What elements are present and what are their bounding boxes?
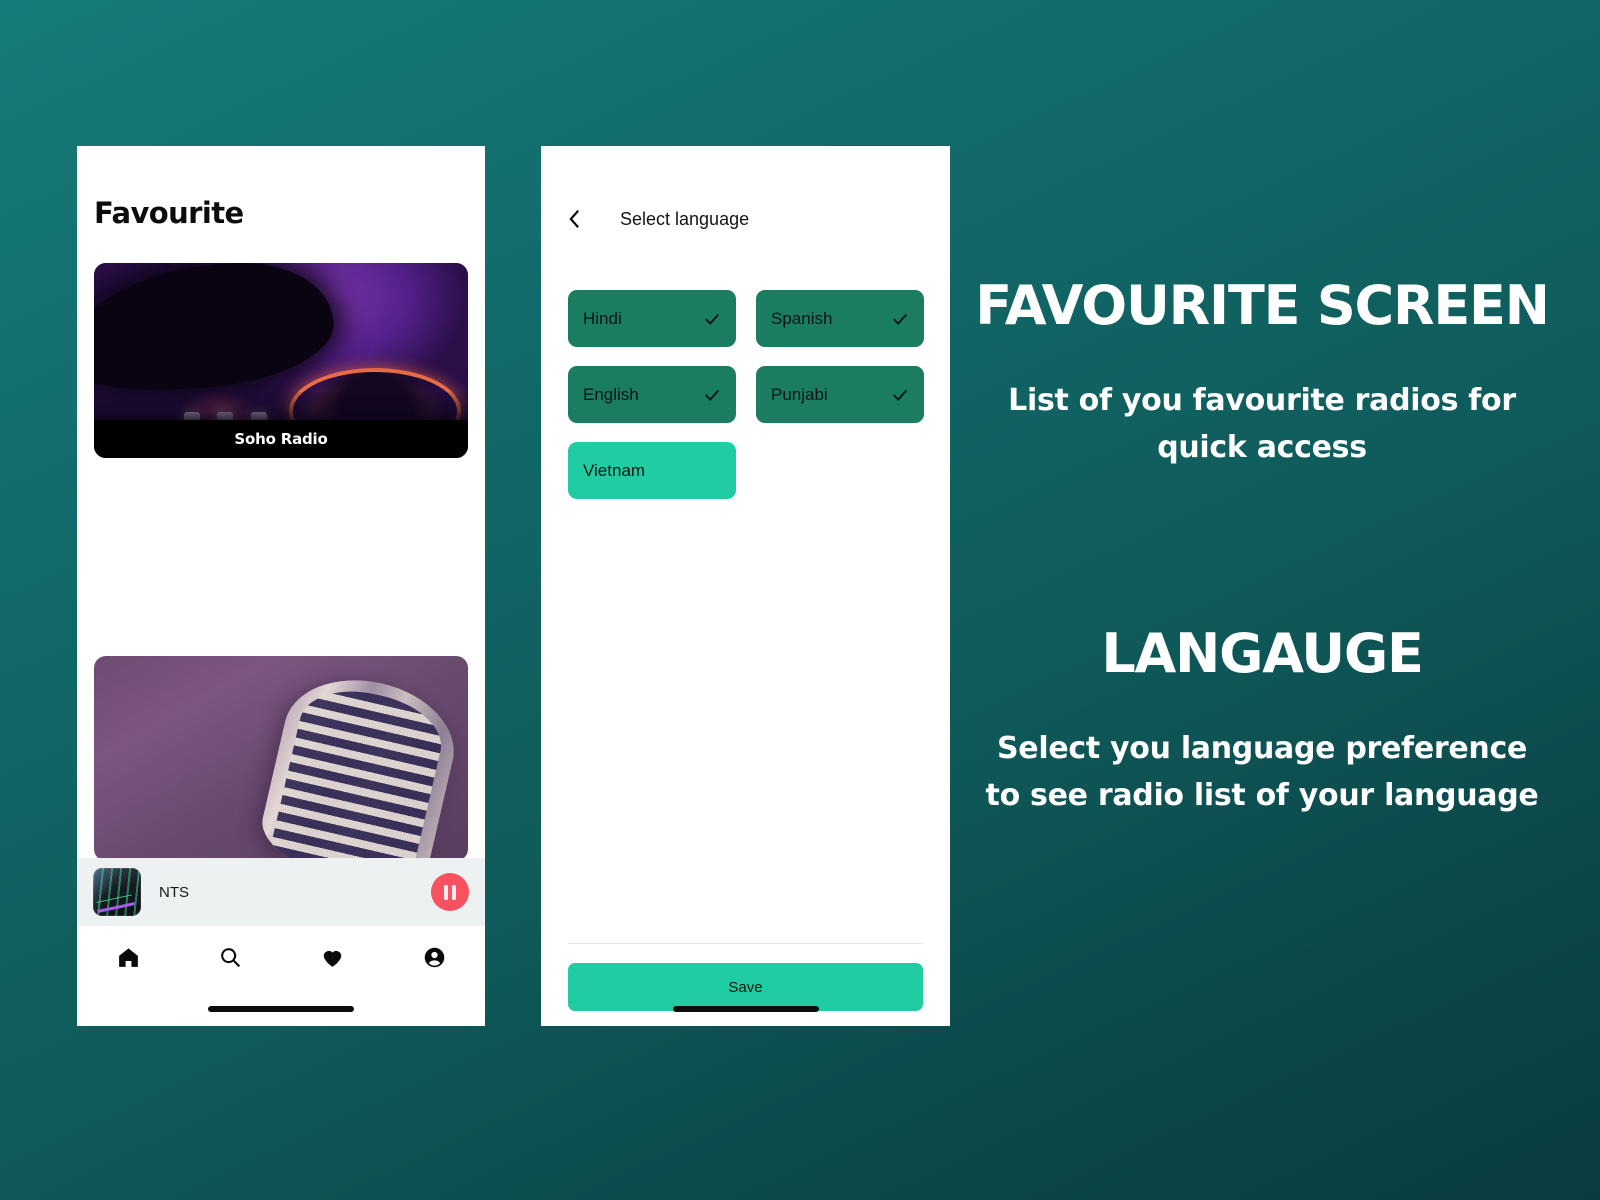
language-chip-label: Hindi [583,308,622,328]
language-chip-label: Vietnam [583,460,646,480]
pause-bar-right [452,884,456,900]
language-chip-label: English [583,384,639,404]
language-header: Select language [541,202,950,236]
annotation-panel: FAVOURITE SCREEN List of you favourite r… [962,146,1562,1026]
page-title: Select language [620,208,750,229]
annotation-body: List of you favourite radios for quick a… [1008,383,1516,465]
check-icon [891,310,909,328]
annotation-body: Select you language preference to see ra… [985,731,1539,813]
account-icon [424,947,444,967]
language-chip-vietnam[interactable]: Vietnam [568,442,736,499]
chevron-left-icon [568,210,579,228]
home-icon [118,947,138,967]
microphone-grill [266,678,450,861]
bottom-navigation [77,926,485,988]
language-chip-label: Spanish [771,308,833,328]
annotation-favourite: FAVOURITE SCREEN List of you favourite r… [962,274,1562,471]
check-icon [891,386,909,404]
heart-icon [323,950,341,967]
language-chip-punjabi[interactable]: Punjabi [756,366,924,423]
language-chip-spanish[interactable]: Spanish [756,290,924,347]
language-chip-english[interactable]: English [568,366,736,423]
check-icon [703,310,721,328]
page-title: Favourite [94,196,244,230]
save-divider [568,943,923,944]
language-chip-grid: Hindi Spanish English Punjabi Vietnam [568,290,924,499]
annotation-heading: LANGAUGE [1101,622,1424,685]
mini-player-thumbnail [93,868,141,916]
radio-card-soho[interactable]: Soho Radio [94,263,468,458]
nav-item-home[interactable] [77,945,179,970]
back-button[interactable] [561,206,587,232]
mini-player-bar[interactable]: NTS [77,858,485,926]
radio-card-second[interactable] [94,656,468,861]
nav-item-favourites[interactable] [281,945,383,970]
home-indicator [208,1006,354,1012]
save-button[interactable]: Save [568,963,923,1011]
mini-player-station-name: NTS [159,883,189,901]
search-icon [220,947,240,967]
radio-artwork-microphone [94,656,468,861]
home-indicator [672,1006,819,1012]
microphone-body [253,663,466,861]
annotation-heading: FAVOURITE SCREEN [975,274,1550,337]
phone-favourite-screen: Favourite Soho Radio NTS [77,146,485,1026]
nav-item-search[interactable] [179,945,281,970]
pause-icon[interactable] [431,873,469,911]
pause-bar-left [444,884,448,900]
radio-card-label: Soho Radio [94,420,468,458]
language-chip-hindi[interactable]: Hindi [568,290,736,347]
language-chip-label: Punjabi [771,384,828,404]
annotation-language: LANGAUGE Select you language preference … [962,622,1562,819]
phone-language-screen: Select language Hindi Spanish English Pu… [541,146,950,1026]
nav-item-profile[interactable] [383,945,485,970]
check-icon [703,386,721,404]
